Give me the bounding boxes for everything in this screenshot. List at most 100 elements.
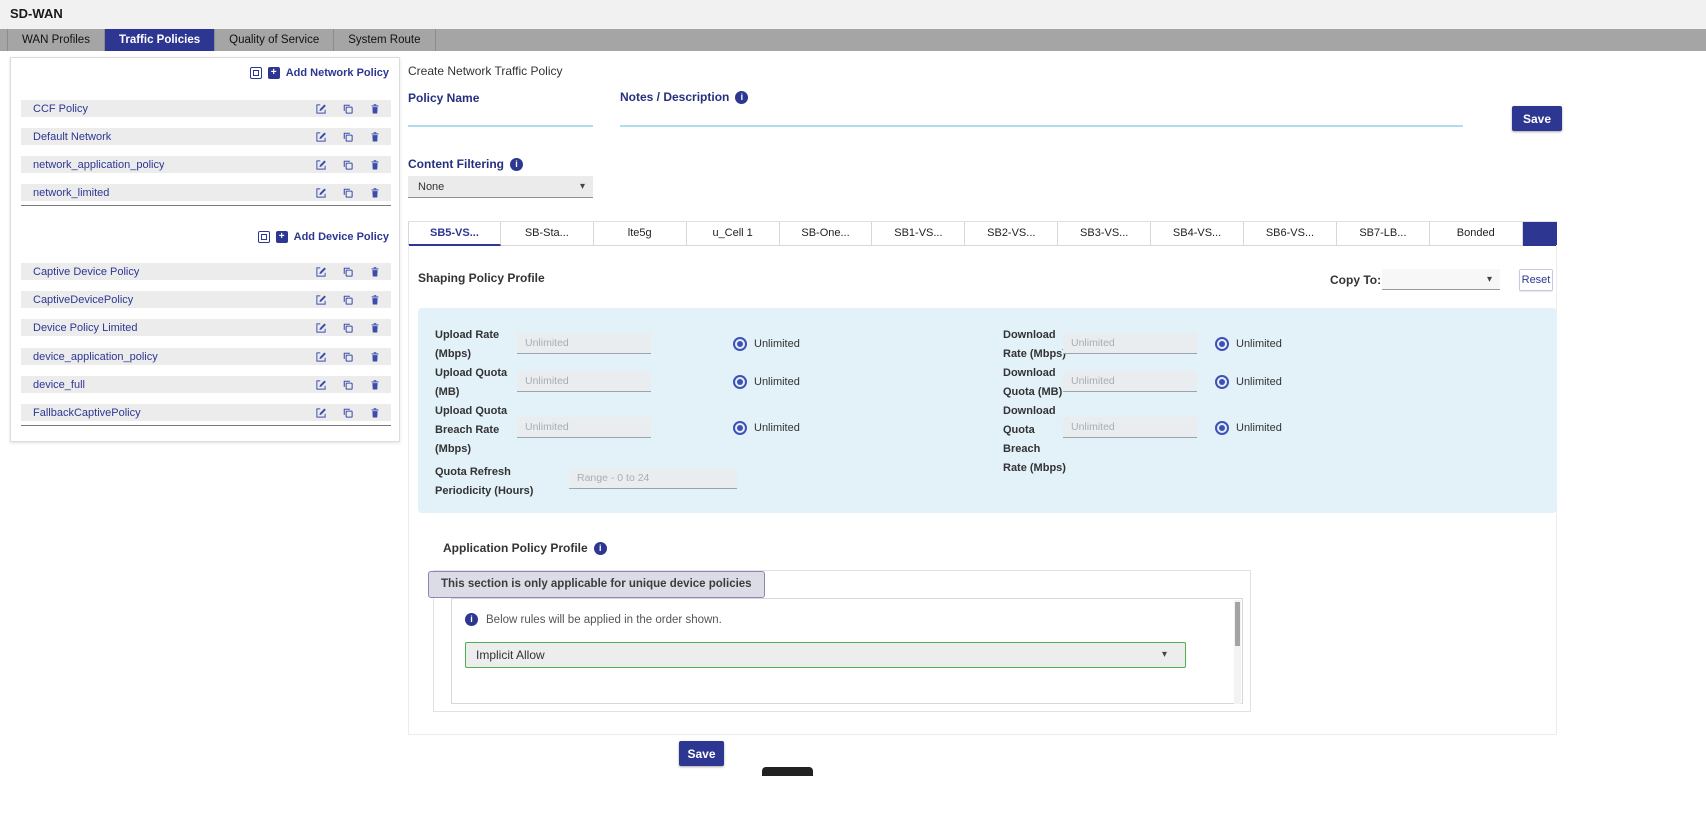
edit-icon[interactable] (315, 379, 327, 391)
copy-icon[interactable] (342, 407, 354, 419)
unlimited-radio[interactable] (1215, 375, 1229, 389)
delete-icon[interactable] (369, 159, 381, 171)
copy-icon[interactable] (342, 103, 354, 115)
unlimited-radio[interactable] (1215, 421, 1229, 435)
rule-select[interactable]: Implicit Allow ▾ (465, 642, 1186, 668)
device-policy-row[interactable]: Captive Device Policy (21, 263, 391, 280)
interface-tab[interactable]: SB1-VS... (872, 222, 965, 246)
copy-icon[interactable] (342, 187, 354, 199)
interface-tab[interactable]: u_Cell 1 (687, 222, 780, 246)
edit-icon[interactable] (315, 407, 327, 419)
copy-to-select[interactable]: ▾ (1382, 269, 1500, 290)
content-filtering-select[interactable]: None ▾ (408, 176, 593, 198)
interface-tab[interactable]: SB3-VS... (1058, 222, 1151, 246)
edit-icon[interactable] (315, 266, 327, 278)
upload-quota-breach-input[interactable] (517, 417, 651, 438)
interface-tab[interactable]: SB6-VS... (1244, 222, 1337, 246)
policy-list-panel: Add Network Policy CCF Policy Default Ne… (10, 57, 400, 442)
scrollbar-thumb[interactable] (1235, 602, 1240, 646)
copy-icon[interactable] (342, 379, 354, 391)
notes-input[interactable] (620, 103, 1463, 127)
copy-icon[interactable] (342, 294, 354, 306)
tab-overflow-button[interactable] (1523, 222, 1557, 246)
upload-rate-input[interactable] (517, 333, 651, 354)
clone-policy-icon[interactable] (250, 67, 262, 79)
interface-tab[interactable]: SB2-VS... (965, 222, 1058, 246)
copy-icon[interactable] (342, 351, 354, 363)
delete-icon[interactable] (369, 379, 381, 391)
interface-tab[interactable]: lte5g (594, 222, 687, 246)
reset-button[interactable]: Reset (1519, 269, 1553, 291)
unlimited-radio[interactable] (733, 337, 747, 351)
save-button-bottom[interactable]: Save (679, 741, 724, 766)
copy-icon[interactable] (342, 131, 354, 143)
edit-icon[interactable] (315, 159, 327, 171)
add-network-policy-button[interactable]: Add Network Policy (250, 67, 389, 79)
quota-refresh-input[interactable] (569, 468, 737, 489)
scrollbar-track[interactable] (1234, 600, 1241, 704)
network-policy-row[interactable]: Default Network (21, 128, 391, 145)
delete-icon[interactable] (369, 266, 381, 278)
interface-tab[interactable]: SB7-LB... (1337, 222, 1430, 246)
device-policy-row[interactable]: device_full (21, 376, 391, 393)
edit-icon[interactable] (315, 351, 327, 363)
delete-icon[interactable] (369, 294, 381, 306)
add-icon[interactable] (276, 231, 288, 243)
interface-tab[interactable]: SB5-VS... (408, 222, 501, 246)
interface-tab[interactable]: SB4-VS... (1151, 222, 1244, 246)
edit-icon[interactable] (315, 103, 327, 115)
field-label: Upload Quota Breach Rate (Mbps) (435, 402, 511, 459)
rules-panel: Below rules will be applied in the order… (451, 598, 1243, 704)
tab-wan-profiles[interactable]: WAN Profiles (7, 29, 105, 51)
info-icon[interactable] (735, 91, 748, 104)
download-quota-input[interactable] (1063, 371, 1197, 392)
policy-name-label: Captive Device Policy (33, 266, 139, 278)
download-rate-input[interactable] (1063, 333, 1197, 354)
edit-icon[interactable] (315, 294, 327, 306)
edit-icon[interactable] (315, 131, 327, 143)
interface-tab[interactable]: Bonded (1430, 222, 1523, 246)
interface-tab-strip: SB5-VS... SB-Sta... lte5g u_Cell 1 SB-On… (408, 221, 1557, 245)
delete-icon[interactable] (369, 407, 381, 419)
copy-icon[interactable] (342, 322, 354, 334)
clone-policy-icon[interactable] (258, 231, 270, 243)
copy-icon[interactable] (342, 266, 354, 278)
delete-icon[interactable] (369, 103, 381, 115)
delete-icon[interactable] (369, 131, 381, 143)
unlimited-radio[interactable] (733, 375, 747, 389)
delete-icon[interactable] (369, 351, 381, 363)
edit-icon[interactable] (315, 322, 327, 334)
row-actions (315, 322, 381, 334)
unlimited-radio[interactable] (1215, 337, 1229, 351)
upload-quota-input[interactable] (517, 371, 651, 392)
row-actions (315, 103, 381, 115)
delete-icon[interactable] (369, 187, 381, 199)
interface-tab[interactable]: SB-Sta... (501, 222, 594, 246)
delete-icon[interactable] (369, 322, 381, 334)
add-icon[interactable] (268, 67, 280, 79)
network-policy-row[interactable]: network_limited (21, 184, 391, 201)
policy-name-label: FallbackCaptivePolicy (33, 407, 141, 419)
unlimited-radio[interactable] (733, 421, 747, 435)
device-policy-tooltip: This section is only applicable for uniq… (428, 571, 765, 598)
tab-traffic-policies[interactable]: Traffic Policies (105, 29, 215, 51)
radio-label: Unlimited (754, 374, 800, 390)
network-policy-row[interactable]: CCF Policy (21, 100, 391, 117)
network-policy-row[interactable]: network_application_policy (21, 156, 391, 173)
device-policy-row[interactable]: device_application_policy (21, 348, 391, 365)
device-policy-row[interactable]: CaptiveDevicePolicy (21, 291, 391, 308)
save-button[interactable]: Save (1512, 106, 1562, 131)
device-policy-row[interactable]: FallbackCaptivePolicy (21, 404, 391, 421)
radio-label: Unlimited (1236, 420, 1282, 436)
policy-name-input[interactable] (408, 103, 593, 127)
info-icon[interactable] (594, 542, 607, 555)
tab-quality-of-service[interactable]: Quality of Service (215, 29, 334, 51)
copy-icon[interactable] (342, 159, 354, 171)
edit-icon[interactable] (315, 187, 327, 199)
download-quota-breach-input[interactable] (1063, 417, 1197, 438)
info-icon[interactable] (510, 158, 523, 171)
add-device-policy-button[interactable]: Add Device Policy (258, 231, 389, 243)
device-policy-row[interactable]: Device Policy Limited (21, 319, 391, 336)
interface-tab[interactable]: SB-One... (780, 222, 873, 246)
tab-system-route[interactable]: System Route (334, 29, 435, 51)
